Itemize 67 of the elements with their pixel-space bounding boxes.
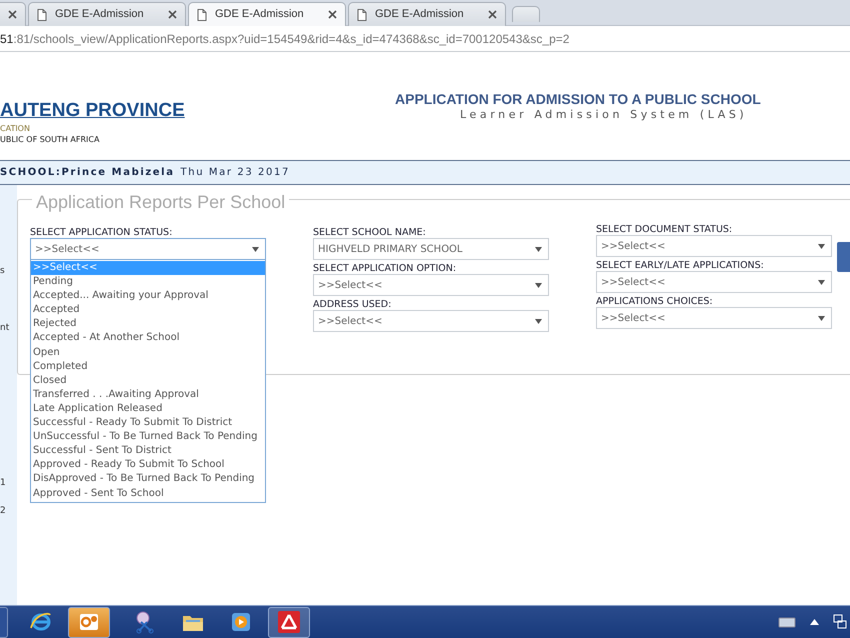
close-icon[interactable] xyxy=(488,10,497,19)
dropdown-option[interactable]: Approved - Ready To Submit To School xyxy=(31,458,265,472)
close-icon[interactable] xyxy=(328,10,337,19)
dropdown-option[interactable]: Late Application Released xyxy=(31,402,265,416)
dropdown-option[interactable]: Rejected xyxy=(31,317,265,332)
start-button[interactable] xyxy=(0,606,8,638)
select-field[interactable]: >>Select<< xyxy=(596,307,832,329)
taskbar-button[interactable] xyxy=(68,606,110,638)
page-icon xyxy=(37,8,47,20)
browser-tab[interactable]: GDE E-Admission xyxy=(348,2,506,26)
logo-text: CATION xyxy=(0,123,30,135)
dropdown-arrow-icon xyxy=(818,316,825,320)
dropdown-arrow-icon xyxy=(818,280,825,284)
logo-text: UBLIC OF SOUTH AFRICA xyxy=(0,134,100,146)
dropdown-option[interactable]: Transferred . . .Awaiting Approval xyxy=(31,388,265,402)
network-icon[interactable] xyxy=(833,614,847,630)
select-field[interactable]: >>Select<< xyxy=(313,310,549,332)
school-name: SCHOOL:Prince Mabizela xyxy=(0,166,175,180)
dropdown-option[interactable]: Successful - Sent To District xyxy=(31,444,265,458)
app-icon xyxy=(277,610,301,634)
dropdown-option[interactable]: Accepted xyxy=(31,303,265,318)
field-label: SELECT DOCUMENT STATUS: xyxy=(596,223,734,235)
select-field[interactable]: >>Select<< xyxy=(596,271,832,293)
page-subtitle: Learner Admission System (LAS) xyxy=(460,107,748,123)
keyboard-icon[interactable] xyxy=(778,616,796,628)
dropdown-option[interactable]: Accepted - At Another School xyxy=(31,331,265,346)
page-title: APPLICATION FOR ADMISSION TO A PUBLIC SCHOOL xyxy=(395,91,761,107)
page-icon xyxy=(197,8,207,20)
select-field[interactable]: >>Select<< xyxy=(313,274,549,296)
dropdown-option[interactable]: DisApproved - To Be Turned Back To Pending xyxy=(31,472,265,486)
close-icon[interactable] xyxy=(168,10,177,19)
logo-title[interactable]: AUTENG PROVINCE xyxy=(0,100,185,122)
field-label: SELECT SCHOOL NAME: xyxy=(313,226,427,238)
media-player-icon xyxy=(229,610,253,634)
close-icon[interactable] xyxy=(8,10,17,19)
field-label: SELECT APPLICATION OPTION: xyxy=(313,262,458,274)
dropdown-option[interactable]: Closed xyxy=(31,374,265,388)
browser-tab[interactable]: GDE E-Admission xyxy=(28,2,186,26)
dropdown-option[interactable]: Open xyxy=(31,346,265,360)
sidebar-text[interactable]: nt xyxy=(0,322,10,336)
dropdown-arrow-icon xyxy=(535,282,542,288)
sidebar-text[interactable]: 2 xyxy=(0,505,6,518)
field-label: SELECT APPLICATION STATUS: xyxy=(30,226,174,238)
dropdown-arrow-icon xyxy=(535,318,542,324)
dropdown-option[interactable]: Completed xyxy=(31,360,265,374)
dropdown-option[interactable]: Pending xyxy=(31,275,265,290)
select-field[interactable]: >>Select<< xyxy=(30,238,266,260)
select-field[interactable]: >>Select<< xyxy=(596,235,832,257)
dropdown-option[interactable]: Approved - Sent To School xyxy=(31,486,265,501)
field-label: APPLICATIONS CHOICES: xyxy=(596,295,714,307)
dropdown-arrow-icon xyxy=(818,244,825,248)
dropdown-option[interactable]: Accepted... Awaiting your Approval xyxy=(31,289,265,304)
field-label: ADDRESS USED: xyxy=(313,298,392,310)
address-bar[interactable]: 51:81/schools_view/ApplicationReports.aspx?uid=154549&rid=4&s_id=474368&sc_id=700120543&sc_p=2 xyxy=(0,26,850,52)
sidebar-text[interactable]: 1 xyxy=(0,477,6,490)
date-text: Thu Mar 23 2017 xyxy=(180,166,290,180)
field-label: SELECT EARLY/LATE APPLICATIONS: xyxy=(596,259,765,271)
page-icon xyxy=(357,8,367,20)
dropdown-arrow-icon xyxy=(252,246,259,252)
dropdown-option[interactable]: Successful - Ready To Submit To District xyxy=(31,416,265,430)
dropdown-arrow-icon xyxy=(535,246,542,252)
browser-tab[interactable]: GDE E-Admission xyxy=(188,2,346,26)
tray-expand-icon[interactable] xyxy=(810,619,819,625)
taskbar-button[interactable] xyxy=(268,606,310,638)
select-field[interactable]: HIGHVELD PRIMARY SCHOOL xyxy=(313,238,549,260)
sidebar-text[interactable]: s xyxy=(0,265,5,278)
dropdown-option[interactable]: UnSuccessful - To Be Turned Back To Pending xyxy=(31,430,265,444)
